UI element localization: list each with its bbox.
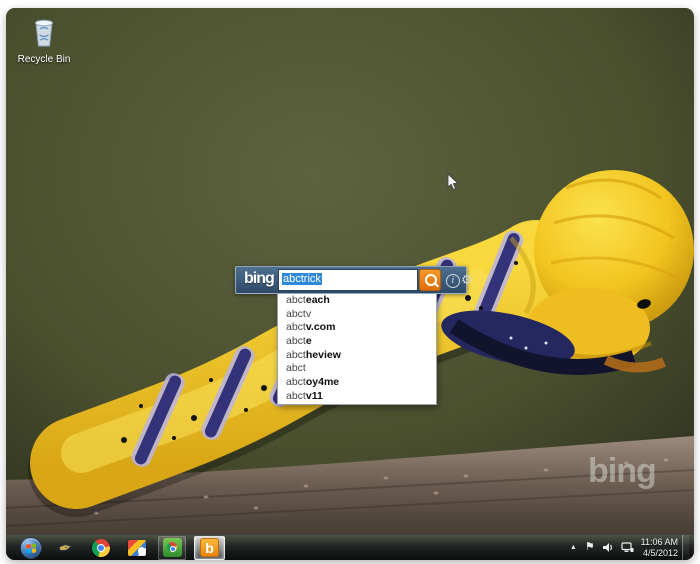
tray-time: 11:06 AM: [640, 537, 678, 547]
suggestion-item[interactable]: abctoy4me: [278, 376, 436, 390]
pen-app-button[interactable]: ✒: [52, 536, 78, 560]
photo-app-icon: [128, 539, 146, 556]
bing-logo: bing: [244, 270, 275, 287]
green-chrome-app-button[interactable]: [158, 535, 186, 560]
taskbar: ✒ b ▲ ⚑ 11:06 AM 4/5/2012: [6, 534, 694, 560]
show-hidden-icons-button[interactable]: ▲: [570, 544, 577, 551]
windows-flag-icon: [26, 542, 36, 554]
search-suggestions-dropdown: abcteach abctv abctv.com abcte abcthevie…: [277, 294, 437, 405]
suggestion-item[interactable]: abcte: [278, 335, 436, 349]
suggestion-item[interactable]: abctv: [278, 308, 436, 322]
screenshot-page: bing Recycle Bin bing abctrick i ⚙ abcte…: [0, 0, 700, 564]
tray-clock[interactable]: 11:06 AM 4/5/2012: [641, 537, 678, 558]
action-center-flag-icon[interactable]: ⚑: [585, 542, 595, 553]
bing-watermark: bing: [588, 452, 657, 490]
suggestion-item[interactable]: abctv.com: [278, 321, 436, 335]
mouse-cursor: [447, 173, 459, 190]
start-button[interactable]: [20, 536, 42, 559]
show-desktop-button[interactable]: [682, 535, 689, 560]
search-button[interactable]: [419, 269, 441, 291]
search-input[interactable]: abctrick: [278, 269, 418, 291]
system-tray: ▲ ⚑ 11:06 AM 4/5/2012: [570, 535, 689, 560]
search-icon: [425, 274, 437, 286]
network-icon[interactable]: [621, 542, 634, 553]
pen-icon: ✒: [57, 538, 74, 558]
tray-date: 4/5/2012: [642, 547, 678, 558]
suggestion-item[interactable]: abcteach: [278, 294, 436, 308]
bing-desktop-app-button[interactable]: b: [194, 535, 225, 560]
suggestion-item[interactable]: abctv11: [278, 390, 436, 404]
desktop: bing Recycle Bin bing abctrick i ⚙ abcte…: [6, 8, 694, 560]
bing-app-icon: b: [200, 538, 219, 557]
taskbar-apps: ✒ b: [6, 535, 225, 560]
chrome-app-button[interactable]: [88, 536, 114, 560]
photo-app-button[interactable]: [124, 536, 150, 560]
info-icon[interactable]: i: [446, 274, 460, 288]
chrome-icon: [92, 538, 110, 557]
suggestion-item[interactable]: abct: [278, 362, 436, 376]
green-chrome-icon: [162, 538, 182, 557]
bing-search-bar: bing abctrick i ⚙: [235, 266, 473, 294]
volume-icon[interactable]: [602, 542, 614, 553]
search-query-text: abctrick: [282, 273, 322, 285]
recycle-bin-icon: [35, 19, 53, 47]
suggestion-item[interactable]: abctheview: [278, 349, 436, 363]
recycle-bin[interactable]: Recycle Bin: [14, 16, 74, 65]
gear-icon[interactable]: ⚙: [461, 272, 473, 288]
recycle-bin-label: Recycle Bin: [17, 54, 71, 65]
